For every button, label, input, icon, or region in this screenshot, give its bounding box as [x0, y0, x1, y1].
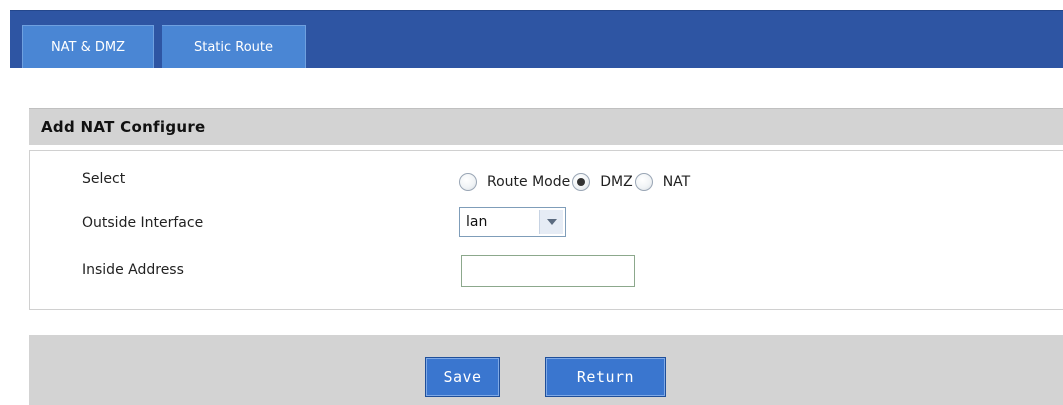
select-label: Select — [82, 171, 126, 187]
dmz-label: DMZ — [600, 174, 633, 190]
outside-interface-select[interactable]: lan — [459, 207, 566, 237]
button-bar: Save Return — [29, 335, 1063, 405]
return-button[interactable]: Return — [545, 357, 666, 397]
tab-nat-dmz[interactable]: NAT & DMZ — [22, 25, 154, 68]
tab-bar: NAT & DMZ Static Route — [10, 10, 1063, 68]
save-button[interactable]: Save — [425, 357, 500, 397]
mode-radio-group: Route Mode DMZ NAT — [459, 170, 692, 194]
inside-address-label: Inside Address — [82, 262, 184, 278]
chevron-down-icon[interactable] — [539, 210, 563, 234]
route-mode-label: Route Mode — [487, 174, 571, 190]
form-panel: Select Route Mode DMZ NAT Outside Interf… — [29, 150, 1063, 310]
dmz-radio[interactable] — [572, 173, 591, 191]
inside-address-input[interactable] — [461, 255, 635, 287]
outside-interface-label: Outside Interface — [82, 215, 204, 231]
nat-radio[interactable] — [634, 173, 653, 191]
outside-interface-value: lan — [466, 214, 488, 230]
section-title: Add NAT Configure — [41, 118, 206, 136]
route-mode-radio[interactable] — [459, 173, 477, 191]
nat-label: NAT — [662, 174, 691, 190]
section-header: Add NAT Configure — [29, 108, 1063, 145]
tab-static-route[interactable]: Static Route — [162, 25, 306, 68]
